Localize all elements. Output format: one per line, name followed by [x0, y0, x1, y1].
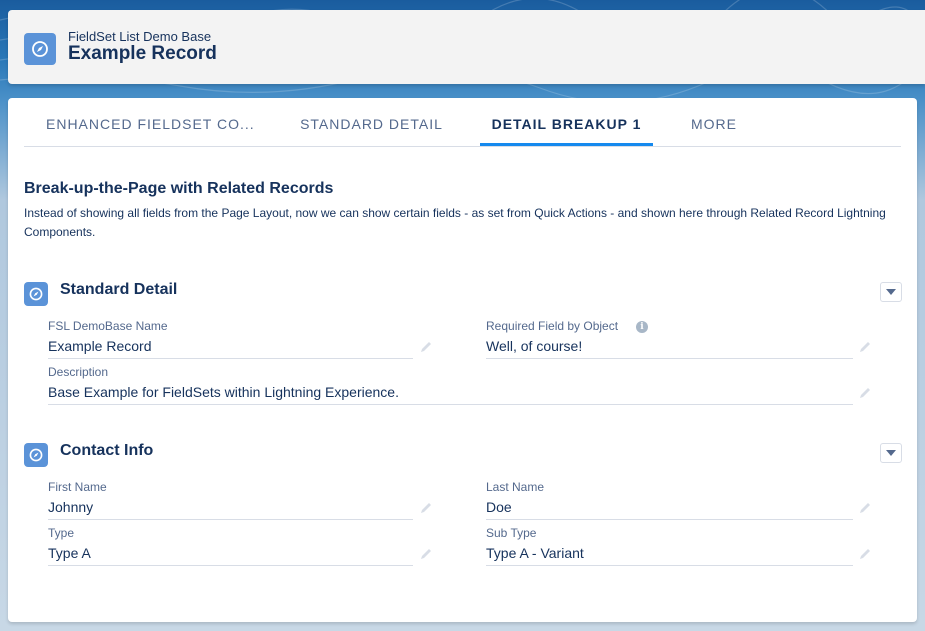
- intro-heading: Break-up-the-Page with Related Records: [24, 180, 334, 197]
- field-label: Required Field by Object: [486, 319, 619, 333]
- field-value-last-name: Doe: [486, 497, 853, 520]
- tab-bar: ENHANCED FIELDSET CO... STANDARD DETAIL …: [24, 98, 901, 147]
- field-value-description: Base Example for FieldSets within Lightn…: [48, 382, 853, 405]
- intro-text: Instead of showing all fields from the P…: [24, 206, 886, 239]
- section-menu-button[interactable]: [880, 443, 902, 463]
- info-icon[interactable]: i: [636, 321, 648, 333]
- section-title-contact-info: Contact Info: [60, 442, 154, 459]
- field-value-fsl-demobase-name: Example Record: [48, 336, 413, 359]
- field-label: Sub Type: [486, 526, 537, 540]
- field-value-type: Type A: [48, 543, 413, 566]
- pencil-icon[interactable]: [858, 547, 872, 561]
- compass-icon: [24, 282, 48, 306]
- section-title-standard-detail: Standard Detail: [60, 281, 178, 298]
- tab-standard-detail[interactable]: STANDARD DETAIL: [294, 98, 449, 145]
- field-label: Description: [48, 365, 109, 379]
- record-header: FieldSet List Demo Base Example Record: [8, 10, 925, 84]
- field-label: First Name: [48, 480, 107, 494]
- record-title: Example Record: [68, 43, 217, 64]
- tab-enhanced-fieldset[interactable]: ENHANCED FIELDSET CO...: [28, 98, 266, 145]
- chevron-down-icon: [886, 289, 896, 295]
- pencil-icon[interactable]: [419, 501, 433, 515]
- field-value-first-name: Johnny: [48, 497, 413, 520]
- section-menu-button[interactable]: [880, 282, 902, 302]
- record-body: ENHANCED FIELDSET CO... STANDARD DETAIL …: [8, 98, 917, 622]
- pencil-icon[interactable]: [419, 547, 433, 561]
- tab-more[interactable]: MORE: [684, 98, 744, 145]
- tab-detail-breakup-1[interactable]: DETAIL BREAKUP 1: [480, 98, 653, 146]
- chevron-down-icon: [886, 450, 896, 456]
- field-label: Last Name: [486, 480, 545, 494]
- pencil-icon[interactable]: [858, 501, 872, 515]
- field-value-required-field: Well, of course!: [486, 336, 853, 359]
- compass-icon: [24, 443, 48, 467]
- pencil-icon[interactable]: [858, 340, 872, 354]
- field-value-sub-type: Type A - Variant: [486, 543, 853, 566]
- object-label: FieldSet List Demo Base: [68, 29, 212, 44]
- compass-icon: [24, 33, 56, 65]
- field-label: FSL DemoBase Name: [48, 319, 168, 333]
- pencil-icon[interactable]: [858, 386, 872, 400]
- pencil-icon[interactable]: [419, 340, 433, 354]
- field-label: Type: [48, 526, 75, 540]
